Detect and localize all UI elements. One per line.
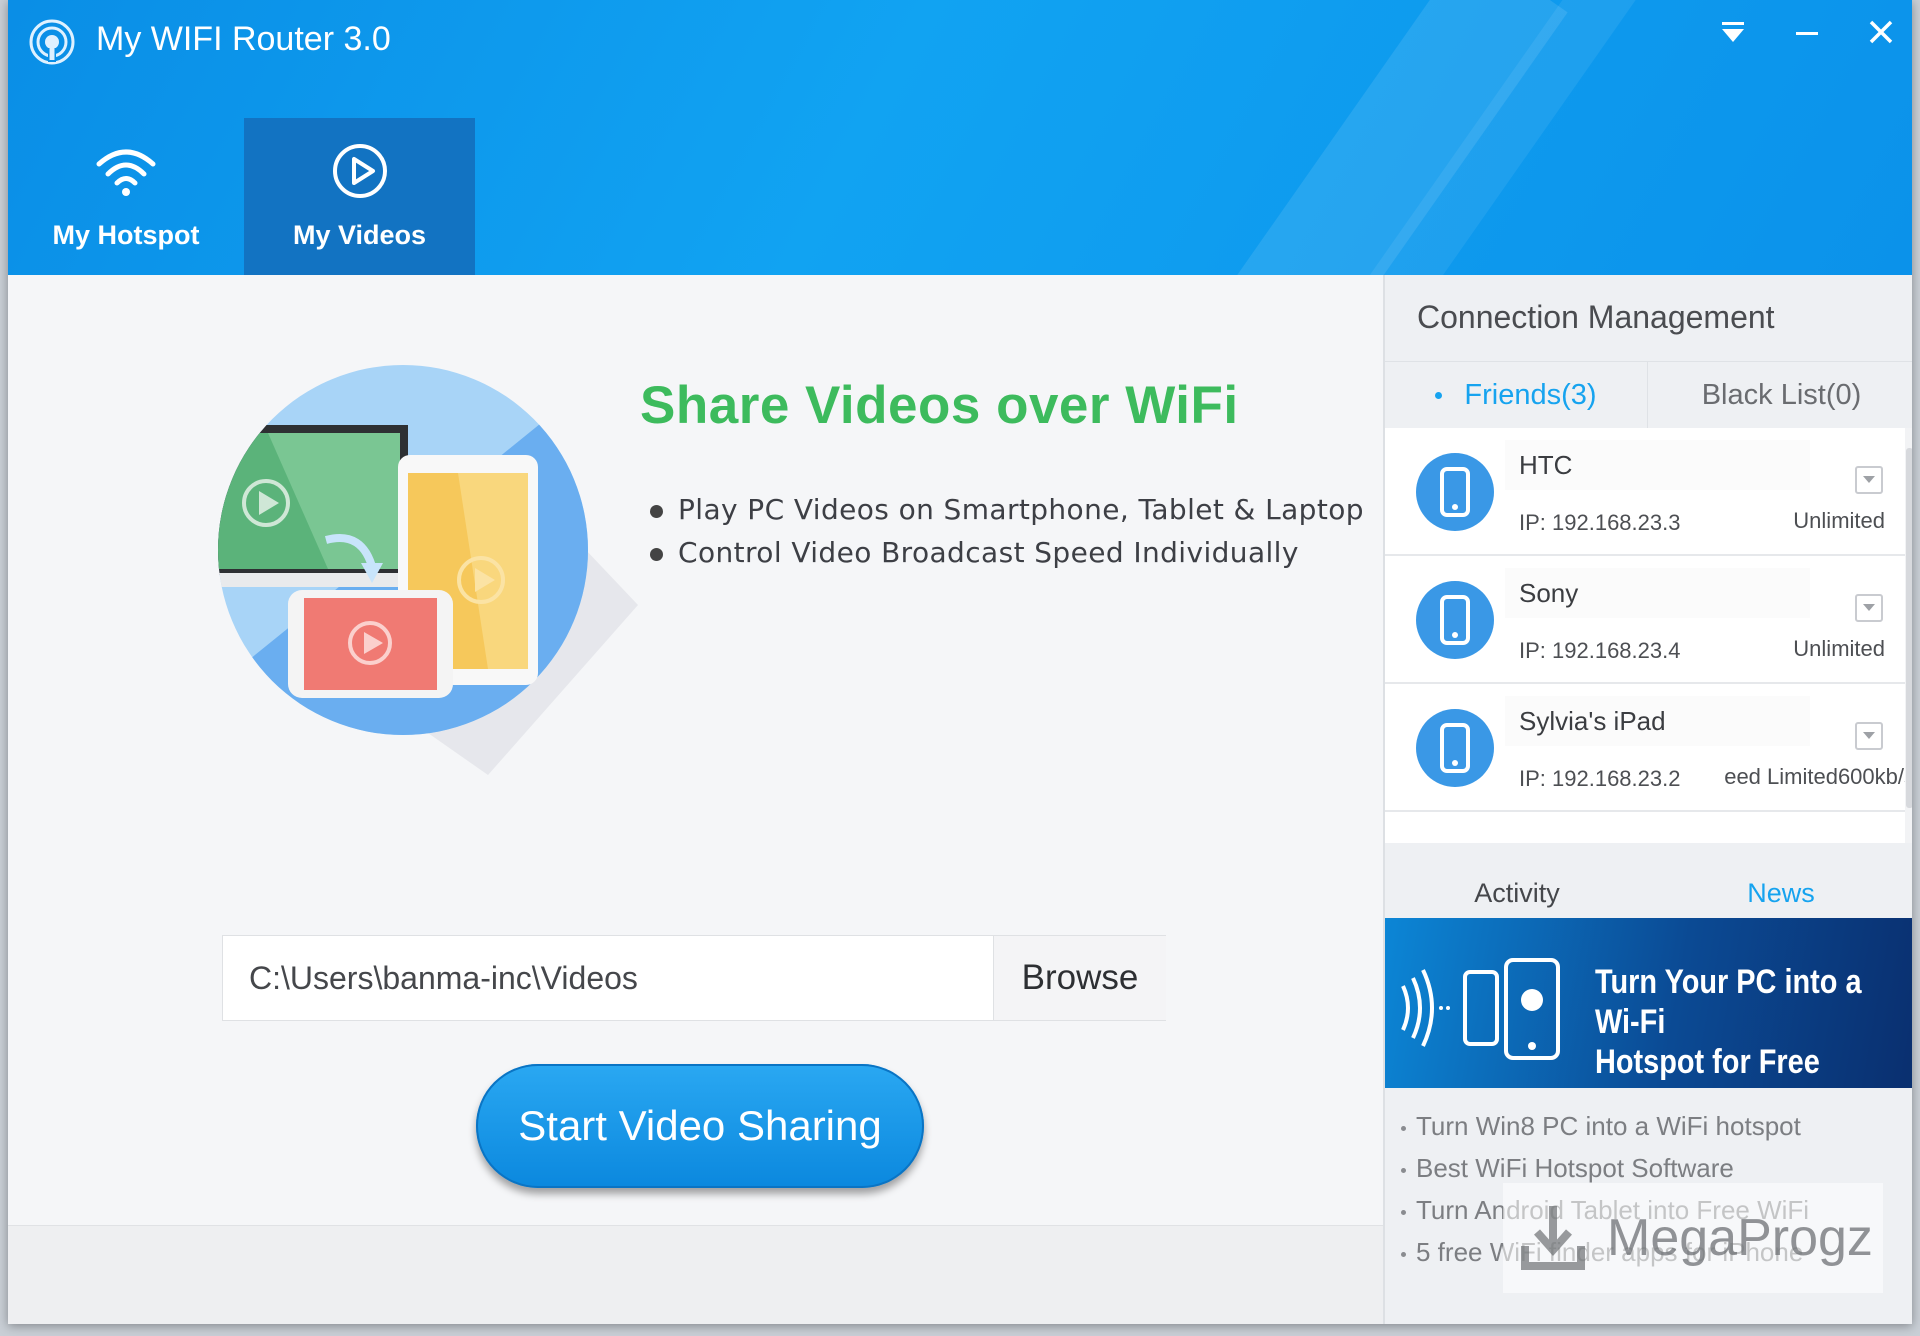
panel-title: Connection Management [1417,299,1775,335]
news-link[interactable]: Turn Win8 PC into a WiFi hotspot [1416,1111,1801,1141]
device-row[interactable]: Sony IP: 192.168.23.4 Unlimited [1385,556,1905,684]
tab-black-list-label: Black List(0) [1701,378,1862,411]
smartphone-icon [1416,581,1494,659]
download-arrow-icon [1521,1206,1585,1270]
feature-list: Play PC Videos on Smartphone, Tablet & L… [648,493,1364,579]
tab-my-hotspot[interactable]: My Hotspot [8,118,244,275]
device-ip: IP: 192.168.23.4 [1519,638,1681,663]
app-title: My WIFI Router 3.0 [96,20,391,58]
banner-text: Turn Your PC into a Wi-Fi Hotspot for Fr… [1595,962,1866,1082]
active-dot-icon [1435,391,1443,399]
feature-item: Control Video Broadcast Speed Individual… [648,536,1364,569]
bullet-icon [650,505,663,518]
tab-black-list[interactable]: Black List(0) [1647,362,1912,428]
promo-banner[interactable]: Turn Your PC into a Wi-Fi Hotspot for Fr… [1385,918,1912,1088]
device-speed-limit: Unlimited [1793,636,1885,661]
bullet-icon [650,548,663,561]
tab-my-videos-label: My Videos [292,220,427,250]
device-speed-limit: Speed Limited600kb/s [1725,764,1912,789]
wifi-devices-icon [1401,958,1560,1060]
device-ip: IP: 192.168.23.3 [1519,510,1681,535]
browse-button[interactable]: Browse [993,936,1166,1020]
device-list-scrollbar[interactable] [1905,428,1912,843]
bullet-icon [1401,1125,1406,1131]
smartphone-icon [1416,453,1494,531]
connection-panel: Connection Management Friends(3) Black L… [1383,275,1912,1324]
share-videos-illustration [218,365,638,775]
tab-my-hotspot-label: My Hotspot [52,220,200,250]
chevron-down-icon[interactable] [1855,722,1883,750]
dropdown-arrow-icon[interactable] [1708,10,1758,60]
play-circle-icon [332,144,387,198]
news-item[interactable]: Turn Win8 PC into a WiFi hotspot [1401,1105,1809,1147]
device-name: Sony [1519,578,1579,608]
feature-text: Play PC Videos on Smartphone, Tablet & L… [678,493,1364,526]
chevron-down-icon[interactable] [1855,594,1883,622]
chevron-down-icon[interactable] [1855,466,1883,494]
device-speed-limit: Unlimited [1793,508,1885,533]
minimize-icon[interactable] [1782,10,1832,60]
folder-path-box: Browse [222,935,1166,1021]
main-content: Share Videos over WiFi Play PC Videos on… [8,275,1383,1324]
header-bar: My WIFI Router 3.0 My Hotspot My Videos [8,0,1912,275]
banner-line-2: Hotspot for Free [1595,1043,1820,1081]
watermark-text: MegaProgz [1607,1209,1873,1267]
feature-item: Play PC Videos on Smartphone, Tablet & L… [648,493,1364,526]
tab-friends-label: Friends(3) [1464,378,1597,411]
feature-text: Control Video Broadcast Speed Individual… [678,536,1299,569]
watermark: MegaProgz [1503,1183,1883,1293]
device-list: HTC IP: 192.168.23.3 Unlimited Sony IP: … [1385,428,1912,843]
bullet-icon [1401,1167,1406,1173]
banner-line-1: Turn Your PC into a Wi-Fi [1595,963,1862,1041]
bullet-icon [1401,1209,1406,1215]
wifi-icon [96,149,156,196]
smartphone-icon [1416,709,1494,787]
close-icon[interactable] [1856,10,1906,60]
device-name: Sylvia's iPad [1519,706,1666,736]
device-name: HTC [1519,450,1573,480]
news-link[interactable]: Best WiFi Hotspot Software [1416,1153,1734,1183]
connection-tabs: Friends(3) Black List(0) [1385,361,1912,429]
footer-strip [8,1225,1383,1324]
router-logo-icon [29,19,75,65]
device-row[interactable]: HTC IP: 192.168.23.3 Unlimited [1385,428,1905,556]
bullet-icon [1401,1251,1406,1257]
tab-friends[interactable]: Friends(3) [1385,362,1647,428]
device-ip: IP: 192.168.23.2 [1519,766,1681,791]
tab-my-videos[interactable]: My Videos [244,118,475,275]
app-window: My WIFI Router 3.0 My Hotspot My Videos … [8,0,1912,1324]
folder-path-input[interactable] [223,936,993,1020]
start-video-sharing-button[interactable]: Start Video Sharing [476,1064,924,1188]
device-row[interactable]: Sylvia's iPad IP: 192.168.23.2 Speed Lim… [1385,684,1912,812]
hero-title: Share Videos over WiFi [640,376,1239,435]
scrollbar-thumb[interactable] [1906,448,1912,808]
